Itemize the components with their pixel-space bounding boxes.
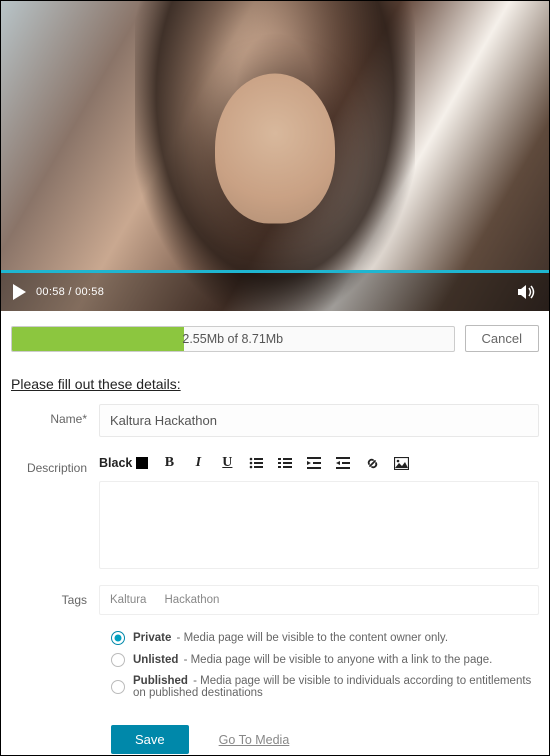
play-icon[interactable] [13, 284, 26, 300]
upload-progress-bar: 2.55Mb of 8.71Mb [11, 326, 455, 352]
outdent-icon[interactable] [306, 455, 322, 471]
visibility-option-private[interactable]: Private - Media page will be visible to … [111, 631, 539, 645]
visibility-option-label: Published [133, 675, 188, 687]
radio-icon [111, 653, 125, 667]
description-label: Description [11, 453, 99, 475]
description-textarea[interactable] [99, 481, 539, 569]
visibility-option-published[interactable]: Published - Media page will be visible t… [111, 675, 539, 699]
volume-icon[interactable] [517, 284, 537, 300]
font-color-select[interactable]: Black [99, 456, 148, 470]
video-controls-bar: 00:58 / 00:58 [1, 273, 549, 311]
visibility-radio-group: Private - Media page will be visible to … [111, 631, 539, 699]
bullet-list-icon[interactable] [248, 455, 264, 471]
go-to-media-link[interactable]: Go To Media [219, 733, 290, 747]
video-thumbnail-decor [215, 74, 335, 224]
name-input[interactable] [99, 404, 539, 437]
tags-input[interactable]: Kaltura Hackathon [99, 585, 539, 615]
visibility-option-unlisted[interactable]: Unlisted - Media page will be visible to… [111, 653, 539, 667]
tags-label: Tags [11, 585, 99, 607]
editor-toolbar: Black B I U [99, 453, 539, 475]
image-icon[interactable] [393, 455, 409, 471]
visibility-option-hint: - Media page will be visible to the cont… [173, 632, 448, 644]
font-color-label: Black [99, 456, 132, 470]
name-row: Name* [11, 404, 539, 437]
details-form: Name* Description Black B I U [1, 396, 549, 754]
color-swatch-icon [136, 457, 148, 469]
cancel-upload-button[interactable]: Cancel [465, 325, 539, 352]
visibility-option-hint: - Media page will be visible to anyone w… [180, 654, 492, 666]
description-editor: Black B I U [99, 453, 539, 569]
section-heading: Please fill out these details: [1, 358, 549, 396]
visibility-option-label: Private [133, 632, 171, 644]
upload-progress-text: 2.55Mb of 8.71Mb [182, 332, 283, 346]
form-actions: Save Go To Media [111, 725, 539, 754]
description-row: Description Black B I U [11, 453, 539, 569]
tags-row: Tags Kaltura Hackathon [11, 585, 539, 615]
name-label: Name* [11, 404, 99, 426]
save-button[interactable]: Save [111, 725, 189, 754]
tag-chip[interactable]: Kaltura [110, 594, 146, 606]
radio-icon [111, 680, 125, 694]
bold-icon[interactable]: B [161, 455, 177, 471]
upload-progress-fill [12, 327, 184, 351]
tag-chip[interactable]: Hackathon [164, 594, 219, 606]
indent-icon[interactable] [335, 455, 351, 471]
visibility-option-hint: - Media page will be visible to individu… [133, 675, 531, 699]
video-player[interactable]: 00:58 / 00:58 [1, 1, 549, 311]
video-timecode: 00:58 / 00:58 [36, 286, 104, 298]
italic-icon[interactable]: I [190, 455, 206, 471]
visibility-option-label: Unlisted [133, 654, 178, 666]
upload-progress-row: 2.55Mb of 8.71Mb Cancel [1, 311, 549, 358]
link-icon[interactable] [364, 455, 380, 471]
radio-icon [111, 631, 125, 645]
underline-icon[interactable]: U [219, 455, 235, 471]
numbered-list-icon[interactable] [277, 455, 293, 471]
